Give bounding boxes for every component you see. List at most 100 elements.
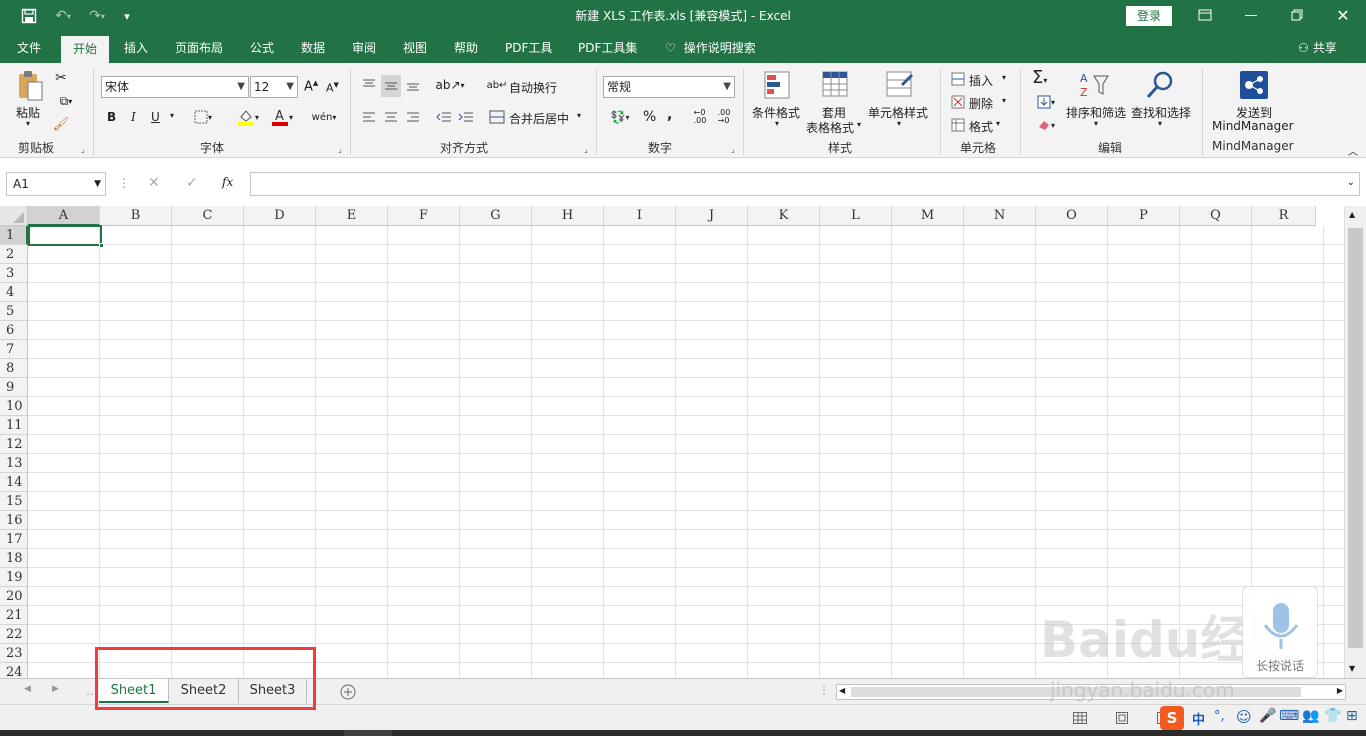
login-button[interactable]: 登录 (1126, 6, 1172, 26)
cancel-entry-icon[interactable]: ✕ (148, 175, 160, 191)
column-header-o[interactable]: O (1036, 206, 1108, 226)
row-header-14[interactable]: 14 (0, 473, 28, 492)
underline-dropdown-icon[interactable]: ▾ (170, 111, 174, 120)
ime-emoji-icon[interactable]: ☺ (1236, 708, 1252, 726)
row-header-5[interactable]: 5 (0, 302, 28, 321)
ime-grid-icon[interactable]: ⊞ (1346, 708, 1358, 724)
ime-punctuation-icon[interactable]: °, (1214, 709, 1225, 724)
table-dropdown-icon[interactable]: ▾ (857, 120, 861, 129)
page-layout-view-icon[interactable] (1112, 709, 1132, 727)
format-as-table-label2[interactable]: 表格格式 (806, 119, 854, 136)
tab-pdf-tools[interactable]: PDF工具 (505, 33, 552, 63)
tab-tell-me[interactable]: ♡ 操作说明搜索 (665, 33, 756, 63)
comma-button[interactable]: , (667, 107, 672, 123)
selected-cell[interactable] (28, 225, 104, 248)
increase-font-icon[interactable]: A▲ (304, 79, 318, 94)
tab-insert[interactable]: 插入 (124, 33, 148, 63)
row-header-12[interactable]: 12 (0, 435, 28, 454)
orientation-icon[interactable]: ab↗ ▾ (435, 75, 464, 95)
next-sheet-icon[interactable]: ▶ (52, 684, 59, 694)
row-header-20[interactable]: 20 (0, 587, 28, 606)
phonetic-icon[interactable]: wén ▾ (308, 107, 340, 127)
tab-pdf-toolset[interactable]: PDF工具集 (578, 33, 637, 63)
cut-icon[interactable]: ✂ (52, 69, 70, 87)
ime-shirt-icon[interactable]: 👕 (1324, 708, 1341, 724)
align-left-icon[interactable] (360, 107, 378, 127)
column-header-k[interactable]: K (748, 206, 820, 226)
number-launcher-icon[interactable]: ⌟ (731, 145, 735, 154)
column-header-d[interactable]: D (244, 206, 316, 226)
decrease-indent-icon[interactable] (434, 107, 454, 127)
column-header-p[interactable]: P (1108, 206, 1180, 226)
format-as-table-icon[interactable] (820, 69, 850, 101)
format-cells-icon[interactable] (950, 117, 966, 133)
align-middle-icon[interactable] (381, 75, 401, 97)
add-sheet-icon[interactable] (338, 682, 358, 702)
cell-styles-dropdown-icon[interactable]: ▾ (897, 119, 901, 128)
row-header-9[interactable]: 9 (0, 378, 28, 397)
normal-view-icon[interactable] (1070, 709, 1090, 727)
column-header-m[interactable]: M (892, 206, 964, 226)
alignment-launcher-icon[interactable]: ⌟ (584, 145, 588, 154)
sort-dropdown-icon[interactable]: ▾ (1094, 119, 1098, 128)
tab-file[interactable]: 文件 (17, 33, 41, 63)
row-header-10[interactable]: 10 (0, 397, 28, 416)
row-header-17[interactable]: 17 (0, 530, 28, 549)
tab-home[interactable]: 开始 (61, 33, 110, 63)
column-header-i[interactable]: I (604, 206, 676, 226)
column-header-c[interactable]: C (172, 206, 244, 226)
font-name-combo[interactable]: 宋体 ▼ (101, 76, 249, 98)
row-header-24[interactable]: 24 (0, 663, 28, 678)
align-bottom-icon[interactable] (404, 75, 422, 95)
delete-cells-icon[interactable] (950, 94, 966, 110)
ime-keyboard-icon[interactable]: ⌨ (1279, 708, 1299, 724)
fill-color-icon[interactable]: ▾ (232, 107, 264, 127)
tab-split-grip-icon[interactable]: ⋮ (818, 683, 830, 697)
merge-center-icon[interactable] (488, 107, 506, 127)
row-header-2[interactable]: 2 (0, 245, 28, 264)
percent-button[interactable]: % (643, 109, 656, 125)
insert-function-icon[interactable]: fx (222, 175, 233, 189)
vertical-scrollbar[interactable]: ▲ ▼ (1344, 206, 1366, 678)
row-header-4[interactable]: 4 (0, 283, 28, 302)
prev-sheet-icon[interactable]: ◀ (24, 684, 31, 694)
ime-skin-icon[interactable]: 👥 (1302, 708, 1319, 724)
fill-handle[interactable] (99, 243, 104, 248)
sort-filter-icon[interactable]: AZ (1078, 69, 1110, 101)
wrap-text-button[interactable]: 自动换行 (509, 79, 557, 96)
row-header-11[interactable]: 11 (0, 416, 28, 435)
scroll-right-icon[interactable]: ▶ (1337, 686, 1343, 695)
column-header-a[interactable]: A (28, 206, 100, 226)
align-right-icon[interactable] (404, 107, 422, 127)
minimize-icon[interactable]: — (1228, 0, 1274, 30)
column-header-l[interactable]: L (820, 206, 892, 226)
format-dropdown-icon[interactable]: ▾ (996, 119, 1000, 128)
collapse-ribbon-icon[interactable]: ︿ (1348, 143, 1358, 158)
formula-input[interactable]: ⌄ (250, 172, 1360, 196)
row-header-16[interactable]: 16 (0, 511, 28, 530)
row-header-8[interactable]: 8 (0, 359, 28, 378)
insert-cells-button[interactable]: 插入 (969, 72, 993, 89)
find-select-icon[interactable] (1144, 69, 1176, 101)
column-header-r[interactable]: R (1252, 206, 1316, 226)
column-header-f[interactable]: F (388, 206, 460, 226)
insert-cells-icon[interactable] (950, 71, 966, 87)
share-button[interactable]: ⚇ 共享 (1298, 33, 1337, 63)
cell-styles-icon[interactable] (884, 69, 914, 101)
ime-chinese-mode[interactable]: 中 (1192, 709, 1205, 728)
expand-formula-icon[interactable]: ⌄ (1347, 177, 1355, 188)
autosum-icon[interactable]: Σ▾ (1032, 67, 1047, 88)
mindmanager-icon[interactable] (1238, 69, 1270, 101)
font-color-icon[interactable]: A ▾ (266, 107, 298, 127)
send-to-mindmanager-label2[interactable]: MindManager (1212, 119, 1294, 133)
column-header-j[interactable]: J (676, 206, 748, 226)
scroll-down-icon[interactable]: ▼ (1349, 664, 1355, 673)
row-header-21[interactable]: 21 (0, 606, 28, 625)
paste-dropdown-icon[interactable]: ▾ (26, 119, 30, 128)
name-box[interactable]: A1 ▼ (6, 172, 106, 196)
column-header-q[interactable]: Q (1180, 206, 1252, 226)
find-dropdown-icon[interactable]: ▾ (1158, 119, 1162, 128)
clear-icon[interactable]: ▾ (1032, 116, 1060, 134)
row-header-1[interactable]: 1 (0, 226, 28, 245)
sogou-ime-icon[interactable]: S (1160, 706, 1184, 730)
